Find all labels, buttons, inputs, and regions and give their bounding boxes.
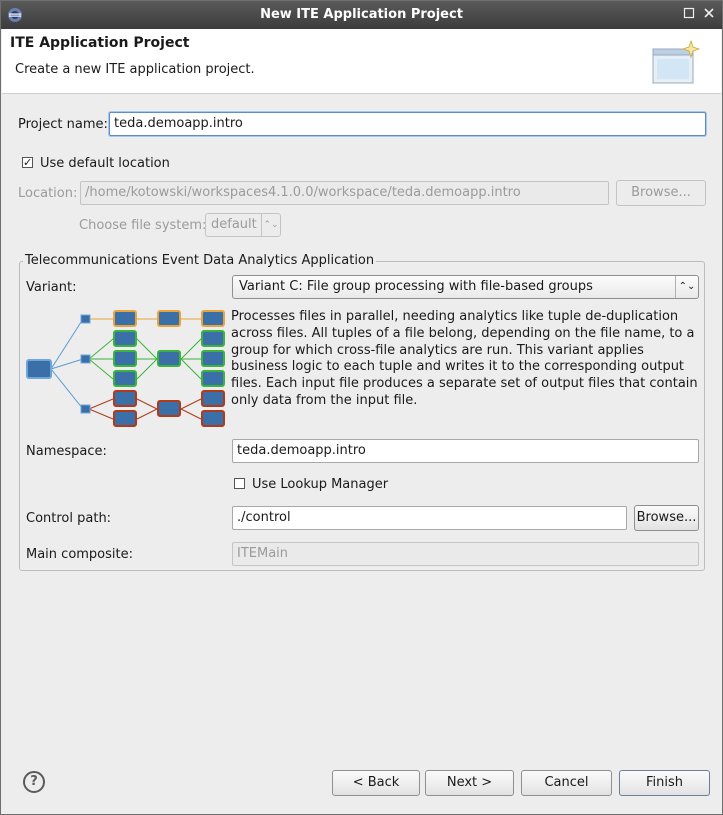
variant-value: Variant C: File group processing with fi…	[239, 279, 593, 294]
variant-description: Processes files in parallel, needing ana…	[231, 309, 698, 408]
namespace-input[interactable]: teda.demoapp.intro	[232, 439, 699, 463]
variant-flow-diagram	[26, 310, 225, 427]
location-label: Location:	[18, 186, 78, 201]
close-icon[interactable]	[702, 7, 716, 21]
main-composite-input[interactable]: ITEMain	[232, 542, 699, 566]
namespace-label: Namespace:	[26, 444, 107, 459]
window-title: New ITE Application Project	[260, 7, 463, 22]
application-group-title: Telecommunications Event Data Analytics …	[23, 253, 377, 268]
variant-select[interactable]: Variant C: File group processing with fi…	[232, 275, 699, 299]
control-path-input[interactable]: ./control	[232, 506, 627, 530]
file-system-select[interactable]: default ⌃⌄	[205, 213, 281, 237]
project-name-input[interactable]: teda.demoapp.intro	[109, 112, 706, 136]
file-system-label: Choose file system:	[79, 218, 207, 233]
wizard-window: New ITE Application Project ITE Applicat…	[0, 0, 723, 815]
back-button[interactable]: < Back	[332, 770, 420, 796]
help-icon[interactable]: ?	[23, 771, 45, 793]
title-bar: New ITE Application Project	[1, 1, 722, 29]
project-name-label: Project name:	[18, 117, 108, 132]
wizard-banner: ITE Application Project Create a new ITE…	[2, 29, 721, 94]
banner-subtitle: Create a new ITE application project.	[15, 62, 255, 77]
location-input[interactable]: /home/kotowski/workspaces4.1.0.0/workspa…	[80, 181, 609, 205]
banner-title: ITE Application Project	[10, 35, 190, 51]
use-default-location-checkbox[interactable]: ✓	[22, 157, 33, 168]
use-lookup-manager-checkbox[interactable]	[234, 478, 245, 489]
chevron-updown-icon: ⌃⌄	[675, 276, 698, 298]
chevron-updown-icon: ⌃⌄	[261, 214, 280, 236]
variant-label: Variant:	[26, 280, 77, 295]
cancel-button[interactable]: Cancel	[521, 770, 612, 796]
use-default-location-label: Use default location	[40, 156, 170, 171]
location-browse-button[interactable]: Browse...	[616, 180, 706, 206]
next-button[interactable]: Next >	[425, 770, 514, 796]
main-composite-label: Main composite:	[26, 547, 133, 562]
control-path-browse-button[interactable]: Browse...	[634, 505, 699, 531]
use-lookup-manager-label: Use Lookup Manager	[252, 477, 389, 492]
finish-button[interactable]: Finish	[619, 770, 710, 796]
new-project-wizard-icon	[652, 39, 701, 84]
minimize-icon[interactable]	[682, 7, 696, 21]
control-path-label: Control path:	[26, 511, 112, 526]
file-system-value: default	[211, 217, 257, 232]
